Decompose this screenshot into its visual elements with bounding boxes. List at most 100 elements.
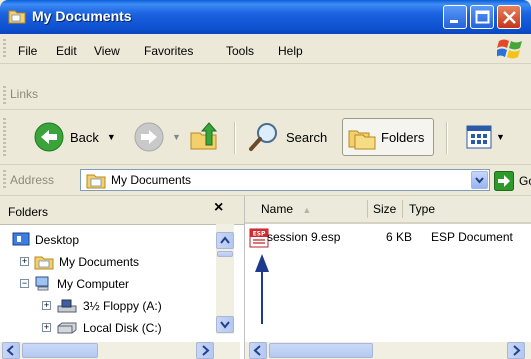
links-bar: Links	[0, 83, 531, 110]
menu-help[interactable]: Help	[278, 44, 303, 58]
back-arrow-icon	[34, 122, 64, 152]
toolbar-grip[interactable]	[3, 118, 6, 156]
back-label: Back	[70, 129, 99, 145]
address-label: Address	[10, 173, 55, 187]
tree-item-local-disk[interactable]: Local Disk (C:)	[56, 318, 162, 338]
scroll-left-button[interactable]	[2, 342, 20, 359]
folders-icon	[348, 130, 376, 150]
chevron-down-icon	[475, 177, 484, 184]
go-button[interactable]: Go	[494, 171, 531, 191]
sort-ascending-icon: ▲	[302, 205, 312, 215]
close-button[interactable]	[497, 5, 521, 29]
scroll-right-button[interactable]	[196, 342, 214, 359]
column-divider[interactable]	[367, 200, 368, 218]
collapse-toggle[interactable]: −	[20, 279, 29, 288]
my-documents-folder-icon	[86, 174, 106, 189]
folders-label: Folders	[381, 130, 425, 145]
search-button[interactable]: Search	[248, 118, 327, 156]
folders-horizontal-scrollbar[interactable]	[0, 342, 240, 359]
scroll-left-button[interactable]	[249, 342, 267, 359]
folders-pane-close-icon[interactable]: ×	[214, 199, 223, 217]
menu-edit[interactable]: Edit	[56, 44, 77, 58]
links-grip[interactable]	[3, 86, 6, 106]
chevron-right-icon	[202, 345, 210, 356]
scroll-right-button[interactable]	[507, 342, 525, 359]
folders-vertical-scrollbar[interactable]	[216, 224, 234, 334]
explorer-window: My Documents File Edit View Favorites To…	[0, 0, 531, 359]
minimize-button[interactable]	[443, 5, 467, 29]
menu-file[interactable]: File	[18, 44, 37, 58]
chevron-left-icon	[253, 345, 261, 356]
folders-button[interactable]: Folders	[342, 118, 434, 156]
tree-label-desktop: Desktop	[35, 233, 80, 247]
tree-item-desktop[interactable]: Desktop	[12, 230, 79, 250]
maximize-icon	[475, 10, 490, 24]
expand-toggle[interactable]: +	[42, 301, 51, 310]
address-value: My Documents	[111, 173, 192, 187]
chevron-right-icon	[513, 345, 521, 356]
toolbar-separator	[446, 122, 448, 154]
folder-icon	[8, 10, 26, 24]
tree-item-floppy[interactable]: 3½ Floppy (A:)	[56, 296, 162, 316]
menu-favorites[interactable]: Favorites	[144, 44, 193, 58]
desktop-icon	[12, 232, 30, 248]
chevron-down-icon	[220, 321, 230, 329]
floppy-drive-icon	[56, 298, 78, 314]
file-size: 6 KB	[386, 230, 413, 244]
up-folder-icon	[190, 122, 218, 150]
scroll-up-button[interactable]	[216, 232, 234, 249]
folders-pane-header: Folders ×	[0, 196, 244, 225]
tree-item-my-documents[interactable]: My Documents	[34, 252, 139, 272]
expand-toggle[interactable]: +	[42, 323, 51, 332]
go-arrow-icon	[494, 171, 514, 191]
annotation-arrow	[255, 254, 269, 324]
search-label: Search	[286, 129, 328, 145]
column-header-bar: Name ▲ Size Type	[245, 196, 531, 224]
address-input[interactable]: My Documents	[80, 169, 490, 191]
column-divider[interactable]	[402, 200, 403, 218]
file-list-horizontal-scrollbar[interactable]	[245, 342, 531, 359]
scroll-down-button[interactable]	[216, 316, 234, 333]
forward-dropdown-icon[interactable]: ▼	[172, 132, 181, 142]
tree-item-my-computer[interactable]: My Computer	[34, 274, 129, 294]
standard-toolbar: Back ▼ ▼ Search Folders ▼	[0, 110, 531, 165]
column-type[interactable]: Type	[409, 202, 435, 216]
tree-label-my-documents: My Documents	[59, 255, 140, 269]
close-icon	[503, 11, 516, 24]
column-size[interactable]: Size	[373, 202, 396, 216]
back-button[interactable]: Back ▼	[34, 118, 116, 156]
my-computer-icon	[34, 276, 52, 292]
expand-toggle[interactable]: +	[20, 257, 29, 266]
folders-pane: Folders × Desktop + My Documents − My Co…	[0, 196, 245, 359]
forward-arrow-icon	[134, 122, 164, 152]
scroll-thumb[interactable]	[269, 343, 373, 358]
chevron-up-icon	[220, 236, 230, 244]
title-bar[interactable]: My Documents	[0, 0, 531, 34]
address-dropdown-button[interactable]	[471, 171, 488, 189]
tree-label-my-computer: My Computer	[57, 277, 130, 291]
windows-logo-icon	[497, 39, 522, 59]
views-button[interactable]: ▼	[466, 118, 505, 156]
views-dropdown-icon[interactable]: ▼	[496, 132, 505, 142]
back-dropdown-icon[interactable]: ▼	[107, 132, 116, 142]
address-grip[interactable]	[3, 170, 6, 190]
menu-bar: File Edit View Favorites Tools Help	[0, 34, 531, 64]
menu-view[interactable]: View	[94, 44, 120, 58]
folders-pane-title: Folders	[8, 205, 49, 219]
minimize-icon	[450, 20, 458, 23]
scroll-thumb[interactable]	[22, 343, 98, 358]
toolbar-separator	[234, 122, 236, 154]
views-icon	[466, 125, 492, 149]
links-label[interactable]: Links	[10, 87, 38, 101]
window-title: My Documents	[32, 8, 132, 24]
file-list-pane: Name ▲ Size Type ESP session 9.esp 6 KB …	[245, 196, 531, 359]
menu-grip[interactable]	[3, 39, 6, 59]
address-bar: Address My Documents Go	[0, 165, 531, 196]
search-icon	[249, 123, 277, 151]
forward-button[interactable]: ▼	[134, 118, 181, 156]
maximize-button[interactable]	[470, 5, 494, 29]
menu-tools[interactable]: Tools	[226, 44, 254, 58]
up-folder-button[interactable]	[188, 118, 220, 156]
scroll-thumb[interactable]	[217, 251, 233, 257]
chevron-left-icon	[6, 345, 14, 356]
